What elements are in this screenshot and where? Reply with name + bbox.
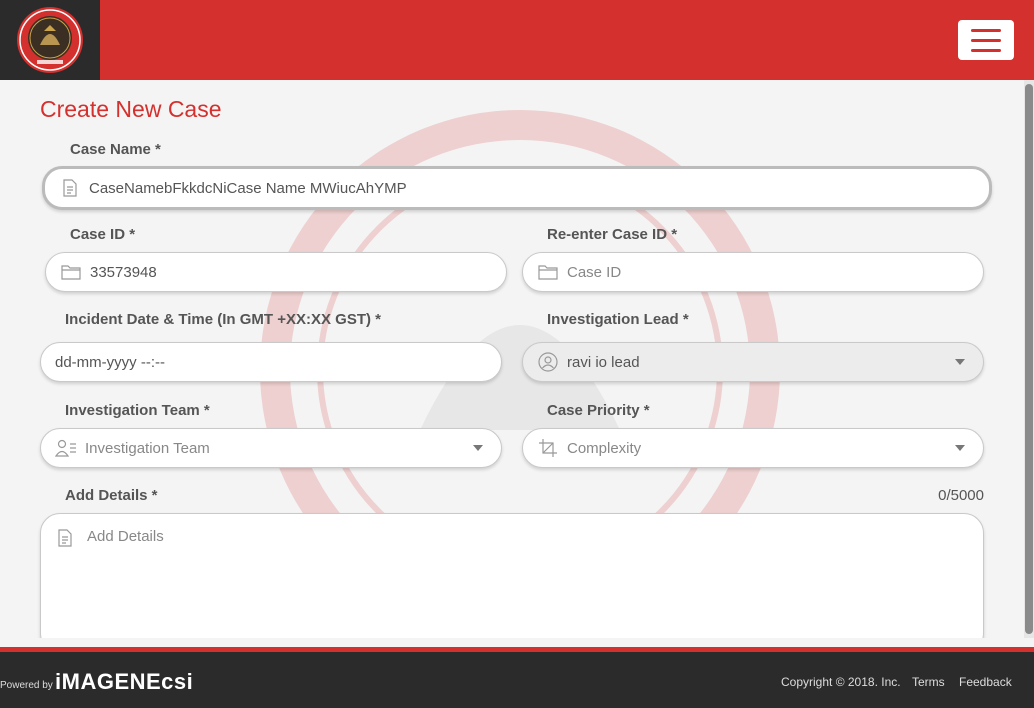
character-counter: 0/5000 xyxy=(938,487,984,504)
feedback-link[interactable]: Feedback xyxy=(959,675,1012,689)
top-header xyxy=(0,0,1034,80)
powered-by-text: Powered by xyxy=(0,680,53,691)
case-name-label: Case Name * xyxy=(70,141,161,158)
investigation-team-select[interactable]: Investigation Team xyxy=(40,428,502,468)
reenter-case-id-label: Re-enter Case ID * xyxy=(547,226,678,243)
team-list-icon xyxy=(55,438,77,458)
case-id-field[interactable]: 33573948 xyxy=(45,252,507,292)
add-details-textarea[interactable]: Add Details xyxy=(40,513,984,638)
investigation-lead-value: ravi io lead xyxy=(567,353,640,371)
reenter-case-id-field[interactable]: Case ID xyxy=(522,252,984,292)
hamburger-menu-icon xyxy=(971,28,1001,32)
incident-datetime-placeholder: dd-mm-yyyy --:-- xyxy=(55,353,165,371)
investigation-lead-label: Investigation Lead * xyxy=(547,311,689,328)
vertical-scrollbar[interactable] xyxy=(1024,80,1034,638)
police-emblem-icon xyxy=(17,7,83,73)
copyright-text: Copyright © 2018. Inc. xyxy=(781,675,901,689)
terms-link[interactable]: Terms xyxy=(912,675,945,689)
chevron-down-icon xyxy=(955,445,965,451)
add-details-placeholder: Add Details xyxy=(87,528,164,545)
reenter-case-id-placeholder: Case ID xyxy=(567,263,622,281)
incident-datetime-field[interactable]: dd-mm-yyyy --:-- xyxy=(40,342,502,382)
case-priority-placeholder: Complexity xyxy=(567,439,642,457)
logo[interactable] xyxy=(0,0,100,80)
crop-icon xyxy=(537,438,559,458)
chevron-down-icon xyxy=(955,359,965,365)
incident-datetime-label: Incident Date & Time (In GMT +XX:XX GST)… xyxy=(65,311,382,328)
investigation-team-label: Investigation Team * xyxy=(65,402,210,419)
investigation-team-placeholder: Investigation Team xyxy=(85,439,210,457)
case-id-label: Case ID * xyxy=(70,226,136,243)
folder-icon xyxy=(537,262,559,282)
document-icon xyxy=(57,529,79,549)
chevron-down-icon xyxy=(473,445,483,451)
case-priority-label: Case Priority * xyxy=(547,402,650,419)
case-priority-select[interactable]: Complexity xyxy=(522,428,984,468)
footer: Powered by iMAGENEcsi Copyright © 2018. … xyxy=(0,652,1034,708)
brand-logo: iMAGENEcsi xyxy=(55,669,194,694)
case-name-field[interactable]: CaseNamebFkkdcNiCase Name MWiucAhYMP xyxy=(42,166,992,210)
user-icon xyxy=(537,352,559,372)
case-name-value: CaseNamebFkkdcNiCase Name MWiucAhYMP xyxy=(89,179,407,197)
case-id-value: 33573948 xyxy=(90,263,157,281)
hamburger-menu-button[interactable] xyxy=(958,20,1014,60)
create-case-form: Create New Case Case Name * CaseNamebFkk… xyxy=(0,80,1024,638)
document-icon xyxy=(59,178,81,198)
folder-icon xyxy=(60,262,82,282)
add-details-label: Add Details * xyxy=(65,487,158,504)
scrollbar-thumb[interactable] xyxy=(1025,84,1033,634)
page-title: Create New Case xyxy=(40,96,222,122)
investigation-lead-select[interactable]: ravi io lead xyxy=(522,342,984,382)
